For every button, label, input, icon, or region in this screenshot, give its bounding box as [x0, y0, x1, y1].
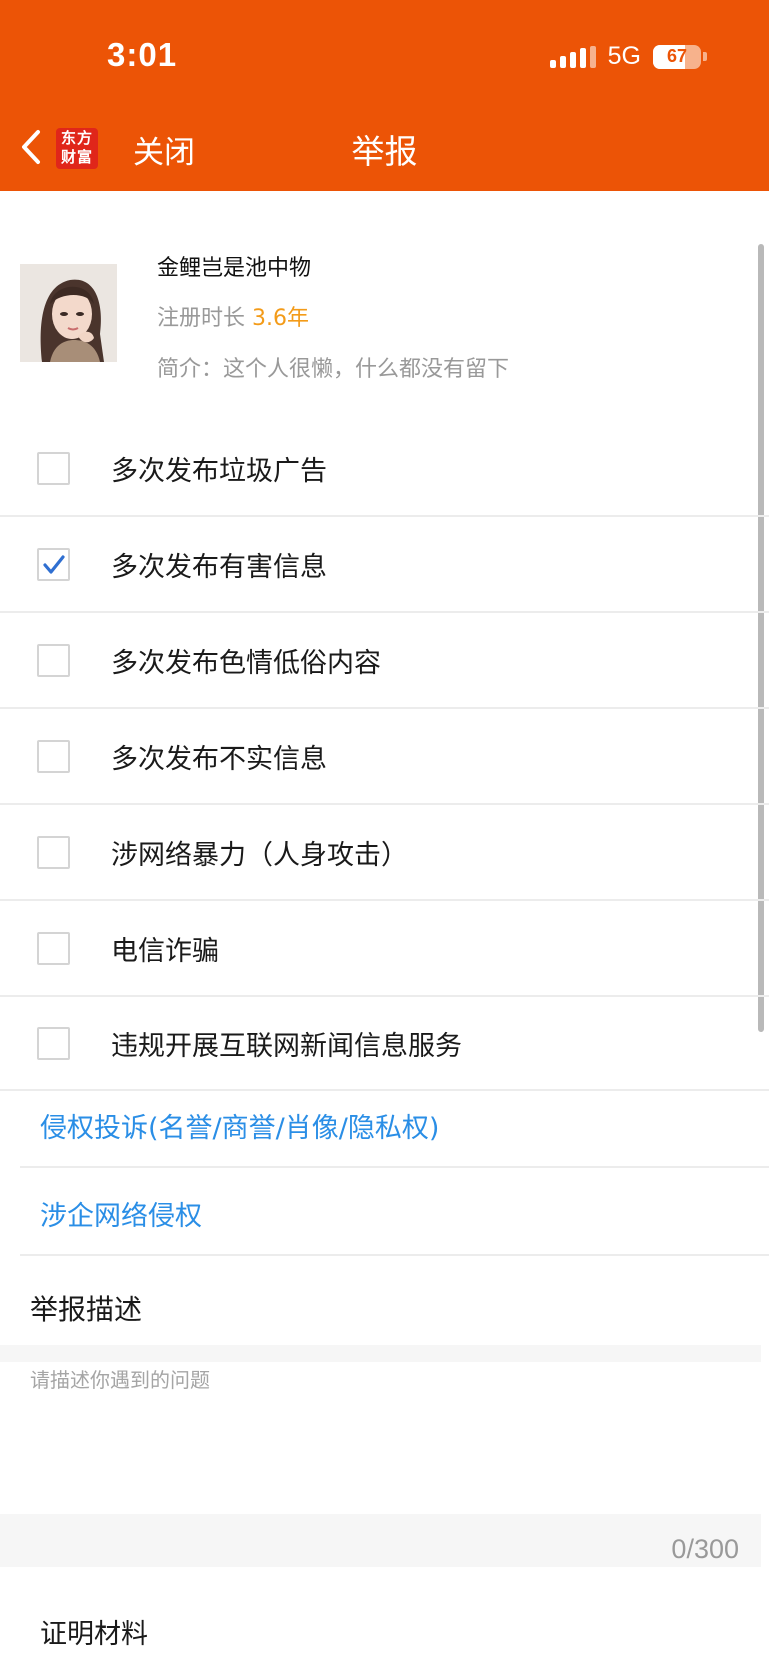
character-counter: 0/300 [671, 1534, 739, 1564]
profile-username: 金鲤岂是池中物 [157, 256, 312, 281]
report-options-list: 多次发布垃圾广告 多次发布有害信息多次发布色情低俗内容 多次发布不实信息涉网络暴力（… [0, 421, 769, 1091]
report-option[interactable]: 多次发布垃圾广告 [0, 421, 769, 517]
enterprise-infringement-link[interactable]: 涉企网络侵权 [40, 1194, 202, 1233]
report-option-label: 多次发布色情低俗内容 [111, 647, 381, 679]
battery-icon: 67 [653, 44, 701, 69]
report-option-label: 多次发布有害信息 [111, 551, 327, 583]
avatar [20, 264, 117, 362]
checkbox[interactable] [37, 451, 70, 485]
report-option-label: 多次发布不实信息 [111, 743, 327, 775]
checkbox[interactable] [37, 739, 70, 773]
app-header: 3:01 5G 67 东方 财富 关闭 举报 [0, 0, 769, 191]
report-option[interactable]: 多次发布色情低俗内容 [0, 613, 769, 709]
page-title: 举报 [351, 132, 418, 171]
report-option[interactable]: 多次发布不实信息 [0, 709, 769, 805]
infringement-link-row[interactable]: 侵权投诉(名誉/商誉/肖像/隐私权) [20, 1080, 769, 1168]
battery-tip [703, 52, 707, 61]
report-option[interactable]: 违规开展互联网新闻信息服务 [0, 997, 769, 1091]
checkbox[interactable] [37, 1026, 70, 1060]
network-type: 5G [607, 42, 641, 70]
report-option[interactable]: 涉网络暴力（人身攻击） [0, 805, 769, 901]
report-option[interactable]: 多次发布有害信息 [0, 517, 769, 613]
description-title: 举报描述 [30, 1293, 143, 1326]
signal-icon [549, 45, 596, 68]
report-option-label: 多次发布垃圾广告 [111, 455, 327, 487]
registration-value: 3.6年 [252, 306, 310, 331]
checkbox[interactable] [37, 643, 70, 677]
infringement-complaint-link[interactable]: 侵权投诉(名誉/商誉/肖像/隐私权) [40, 1106, 439, 1145]
status-time: 3:01 [107, 36, 178, 73]
report-option-label: 电信诈骗 [111, 935, 219, 967]
checkbox-checked[interactable] [37, 547, 70, 581]
checkbox[interactable] [37, 931, 70, 965]
description-placeholder: 请描述你遇到的问题 [30, 1368, 210, 1392]
profile-bio: 简介：这个人很懒，什么都没有留下 [157, 357, 510, 382]
enterprise-link-row[interactable]: 涉企网络侵权 [20, 1168, 769, 1256]
checkbox[interactable] [37, 835, 70, 869]
battery-percent: 67 [666, 46, 688, 66]
report-option-label: 涉网络暴力（人身攻击） [111, 839, 408, 871]
status-indicators: 5G 67 [549, 42, 707, 71]
report-option-label: 违规开展互联网新闻信息服务 [111, 1030, 462, 1062]
checkmark-icon [43, 554, 65, 574]
proof-materials-title: 证明材料 [40, 1619, 148, 1650]
registration-label: 注册时长 [157, 306, 246, 331]
report-option[interactable]: 电信诈骗 [0, 901, 769, 997]
avatar-image [20, 264, 117, 362]
profile-registration: 注册时长 3.6年 [157, 300, 309, 332]
